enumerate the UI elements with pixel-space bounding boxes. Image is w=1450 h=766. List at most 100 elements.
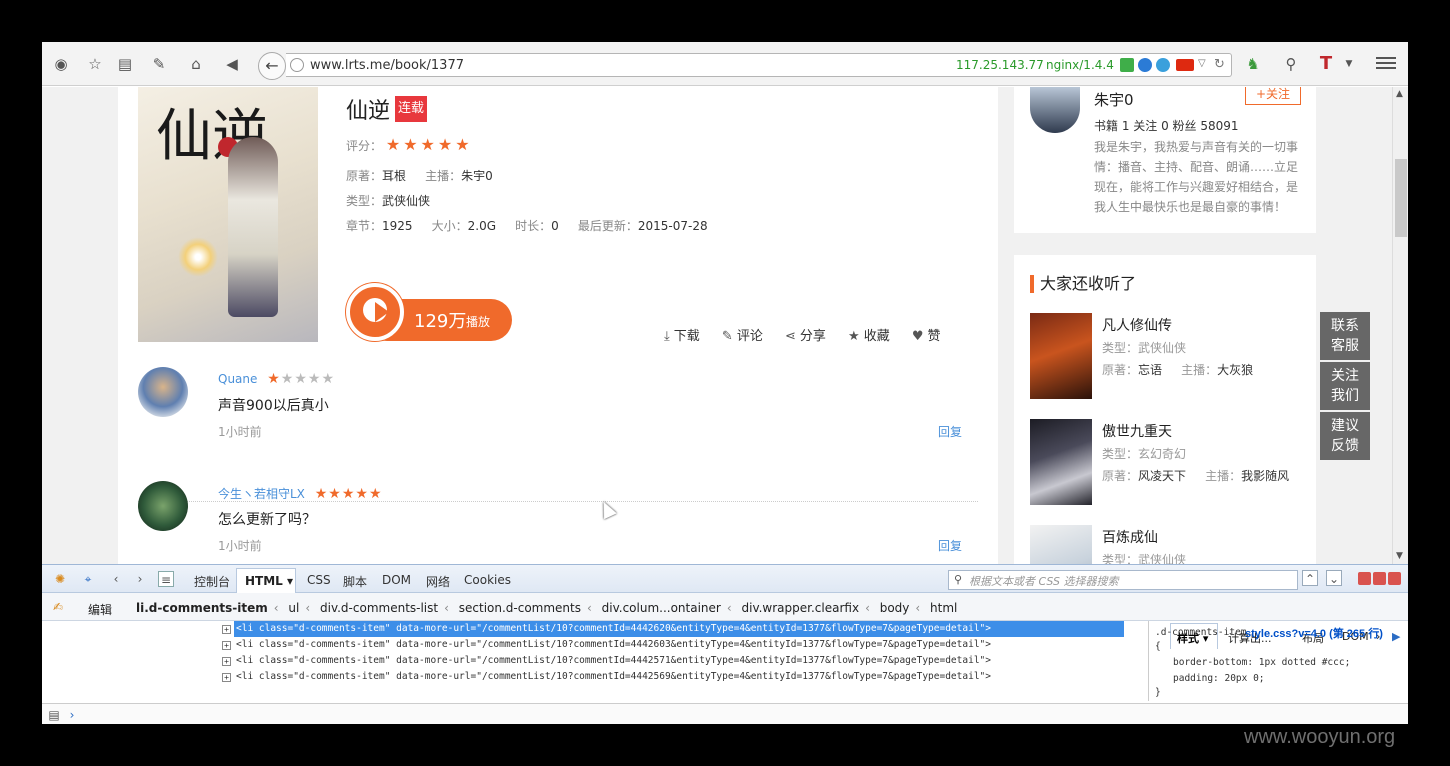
contact-service-button[interactable]: 联系客服 [1320, 312, 1370, 360]
breadcrumb-item[interactable]: div.d-comments-list [320, 601, 438, 615]
expand-node-icon[interactable]: + [222, 673, 231, 682]
reply-link[interactable]: 回复 [938, 423, 962, 440]
comment-username[interactable]: 今生ヽ若相守LX [218, 487, 305, 501]
html-source-pane[interactable]: + <li class="d-comments-item" data-more-… [42, 621, 1142, 701]
breadcrumb-item[interactable]: div.wrapper.clearfix [742, 601, 860, 615]
page-scrollbar[interactable]: ▲ ▼ [1392, 87, 1408, 564]
recommend-name[interactable]: 凡人修仙传 [1102, 315, 1172, 335]
breadcrumb-item[interactable]: body [880, 601, 910, 615]
tab-html[interactable]: HTML ▾ [236, 568, 296, 593]
source-line[interactable]: <li class="d-comments-item" data-more-ur… [236, 637, 991, 653]
download-button[interactable]: ⤓ 下载 [664, 325, 700, 344]
breadcrumb-item[interactable]: div.colum...ontainer [602, 601, 721, 615]
share-button[interactable]: ⋖ 分享 [785, 325, 826, 344]
edit-icon: ✎ [721, 329, 733, 344]
command-line[interactable]: ▤ › [42, 703, 1408, 724]
avatar[interactable] [138, 367, 188, 417]
devtools-search-input[interactable]: ⚲ 根据文本或者 CSS 选择器搜索 [948, 570, 1298, 590]
speaker-icon[interactable]: ◀ [223, 55, 241, 73]
minimize-icon[interactable] [1358, 572, 1371, 585]
tab-script[interactable]: 脚本 [343, 573, 367, 590]
scroll-up-icon[interactable]: ▲ [1396, 89, 1403, 99]
expand-node-icon[interactable]: + [222, 641, 231, 650]
tab-css[interactable]: CSS [307, 573, 331, 587]
recommend-cover[interactable] [1030, 313, 1092, 399]
edit-button[interactable]: 编辑 [88, 601, 112, 618]
detach-icon[interactable] [1373, 572, 1386, 585]
g-icon[interactable] [1138, 58, 1152, 72]
inspect-icon[interactable]: ⌖ [80, 571, 96, 587]
category-value[interactable]: 武侠仙侠 [382, 194, 430, 208]
source-line[interactable]: <li class="d-comments-item" data-more-ur… [236, 653, 991, 669]
ie-icon[interactable] [1156, 58, 1170, 72]
shield-icon[interactable] [1120, 58, 1134, 72]
duration-value: 0 [551, 219, 559, 233]
bookmark-star-icon[interactable]: ☆ [86, 55, 104, 73]
recommend-name[interactable]: 百炼成仙 [1102, 527, 1158, 547]
mask-icon[interactable]: ◉ [52, 55, 70, 73]
back-button[interactable]: ← [258, 52, 286, 80]
author-avatar[interactable] [1030, 87, 1080, 133]
address-bar[interactable]: www.lrts.me/book/1377 117.25.143.77 ngin… [286, 53, 1232, 77]
comment-username[interactable]: Quane [218, 372, 257, 386]
tab-dom[interactable]: DOM [382, 573, 411, 587]
expand-node-icon[interactable]: + [222, 657, 231, 666]
magnifier-icon[interactable]: ⚲ [1282, 55, 1300, 73]
edit-toggle-icon[interactable]: ✍ [50, 599, 66, 615]
follow-us-button[interactable]: 关注我们 [1320, 362, 1370, 410]
breadcrumb-item[interactable]: li.d-comments-item [136, 601, 268, 615]
tab-network[interactable]: 网络 [426, 573, 450, 590]
source-line-selected[interactable]: <li class="d-comments-item" data-more-ur… [234, 621, 1124, 637]
css-rules-pane[interactable]: .d-comments-item style.css?v=4.0 (第 265 … [1148, 621, 1408, 701]
tab-cookies[interactable]: Cookies [464, 573, 511, 587]
t-addon-icon[interactable]: T [1317, 55, 1335, 73]
play-button[interactable]: 129万 播放 [346, 283, 512, 341]
next-icon[interactable]: › [132, 571, 148, 587]
css-source-link[interactable]: style.css?v=4.0 (第 265 行) [1245, 625, 1383, 641]
play-icon[interactable] [375, 302, 389, 322]
chevron-down-icon[interactable]: ▼ [1340, 55, 1358, 73]
wrench-icon[interactable]: ✎ [150, 55, 168, 73]
feedback-button[interactable]: 建议反馈 [1320, 412, 1370, 460]
reply-link[interactable]: 回复 [938, 537, 962, 554]
source-line[interactable]: <li class="d-comments-item" data-more-ur… [236, 669, 991, 685]
book-cover[interactable]: 仙逆 [138, 87, 318, 342]
breadcrumb-item[interactable]: html [930, 601, 957, 615]
url-text[interactable]: www.lrts.me/book/1377 [310, 58, 464, 73]
recommend-cover[interactable] [1030, 419, 1092, 505]
avatar[interactable] [138, 481, 188, 531]
firebug-icon[interactable]: ✺ [52, 571, 68, 587]
css-property[interactable]: border-bottom: 1px dotted #ccc; [1173, 657, 1350, 668]
reload-icon[interactable]: ↻ [1214, 58, 1228, 72]
recommend-item[interactable]: 百炼成仙 类型：武侠仙侠 [1030, 525, 1310, 564]
home-icon[interactable]: ⌂ [187, 55, 205, 73]
expand-node-icon[interactable]: + [222, 625, 231, 634]
command-icon[interactable]: ▤ [46, 707, 62, 723]
recommend-cover[interactable] [1030, 525, 1092, 564]
author-name[interactable]: 耳根 [382, 169, 406, 183]
addon-icon[interactable]: ♞ [1244, 55, 1262, 73]
breadcrumb-item[interactable]: section.d-comments [459, 601, 581, 615]
breadcrumb-item[interactable]: ul [288, 601, 299, 615]
search-next-icon[interactable]: ⌄ [1326, 570, 1342, 586]
close-icon[interactable] [1388, 572, 1401, 585]
favorite-button[interactable]: ★ 收藏 [848, 325, 890, 344]
dropdown-icon[interactable]: ▽ [1198, 58, 1212, 72]
recommend-item[interactable]: 傲世九重天 类型：玄幻奇幻 原著：风凌天下 主播：我影随风 [1030, 419, 1310, 505]
search-prev-icon[interactable]: ⌃ [1302, 570, 1318, 586]
comment-button[interactable]: ✎ 评论 [722, 325, 763, 344]
tab-console[interactable]: 控制台 [194, 573, 230, 590]
reader-icon[interactable]: ▤ [116, 55, 134, 73]
author-card-name[interactable]: 朱宇0 [1094, 89, 1134, 110]
host-name[interactable]: 朱宇0 [461, 169, 493, 183]
css-property[interactable]: padding: 20px 0; [1173, 673, 1265, 684]
menu-icon[interactable] [1376, 54, 1396, 74]
scroll-thumb[interactable] [1395, 159, 1407, 237]
recommend-item[interactable]: 凡人修仙传 类型：武侠仙侠 原著：忘语 主播：大灰狼 [1030, 313, 1310, 399]
scroll-down-icon[interactable]: ▼ [1396, 551, 1403, 561]
recommend-name[interactable]: 傲世九重天 [1102, 421, 1172, 441]
prev-icon[interactable]: ‹ [108, 571, 124, 587]
follow-button[interactable]: +关注 [1245, 87, 1301, 105]
console-toggle-icon[interactable]: ≡ [158, 571, 174, 587]
like-button[interactable]: ♥ 赞 [912, 325, 941, 344]
